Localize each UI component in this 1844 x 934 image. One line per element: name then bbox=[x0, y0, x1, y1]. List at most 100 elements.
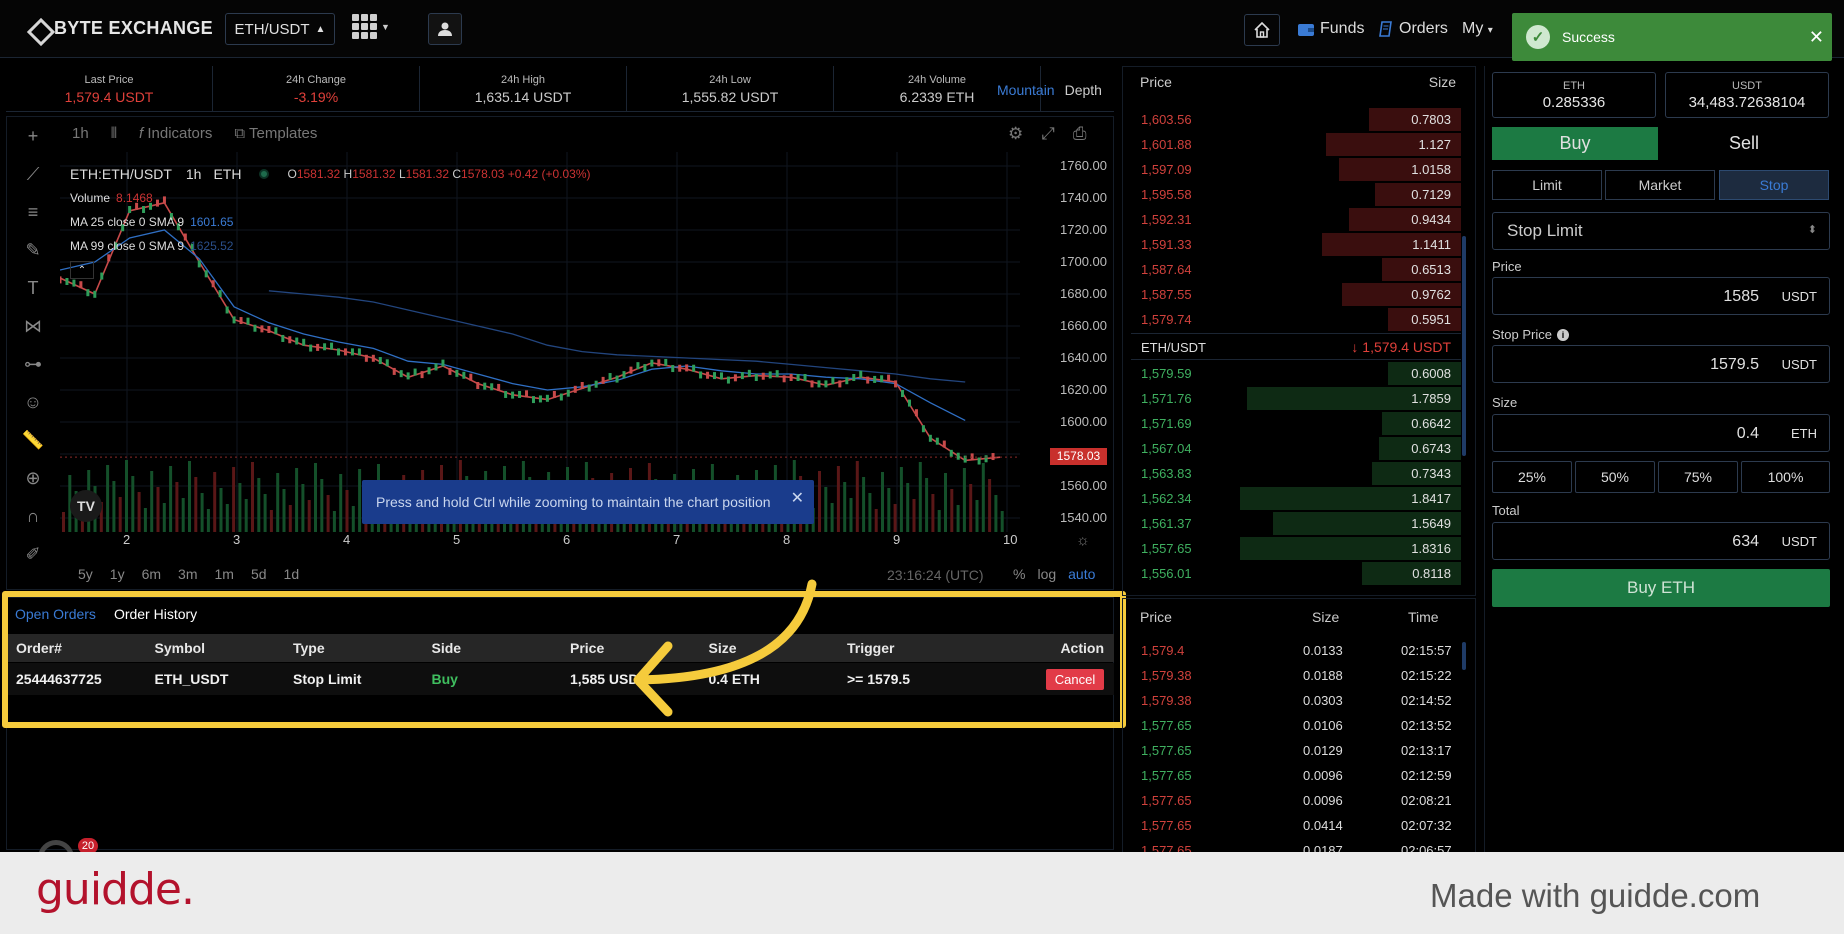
lock-pencil-icon[interactable]: ✐ bbox=[25, 544, 40, 565]
ask-row[interactable]: 1,587.55 0.9762 bbox=[1131, 282, 1461, 307]
tab-depth[interactable]: Depth bbox=[1065, 82, 1102, 98]
candle bbox=[956, 452, 960, 460]
tradingview-logo[interactable]: TV bbox=[70, 490, 102, 522]
pct-75-button[interactable]: 75% bbox=[1658, 461, 1738, 493]
ruler-icon[interactable]: 📏 bbox=[22, 430, 44, 451]
bid-row[interactable]: 1,556.01 0.8118 bbox=[1131, 561, 1461, 586]
time-axis[interactable]: 2 3 4 5 6 7 8 9 10 bbox=[60, 530, 1040, 550]
order-type-market[interactable]: Market bbox=[1605, 170, 1715, 200]
zoom-in-icon[interactable]: ⊕ bbox=[25, 468, 40, 489]
collapse-legend-icon[interactable]: ⌃ bbox=[70, 261, 94, 279]
home-icon bbox=[1254, 21, 1270, 38]
buy-eth-button[interactable]: Buy ETH bbox=[1492, 569, 1830, 607]
nav-funds[interactable]: Funds bbox=[1298, 20, 1364, 38]
volume-bar bbox=[320, 479, 324, 532]
order-type-stop[interactable]: Stop bbox=[1719, 170, 1829, 200]
user-button[interactable] bbox=[428, 13, 462, 45]
bid-row[interactable]: 1,562.34 1.8417 bbox=[1131, 486, 1461, 511]
brand-logo[interactable]: BYTE EXCHANGE bbox=[28, 18, 213, 39]
range-option[interactable]: 5y bbox=[78, 566, 93, 582]
bid-row[interactable]: 1,563.83 0.7343 bbox=[1131, 461, 1461, 486]
nav-orders[interactable]: Orders bbox=[1379, 20, 1448, 38]
candle bbox=[323, 343, 327, 351]
order-type-limit[interactable]: Limit bbox=[1492, 170, 1602, 200]
scale-options: % log auto bbox=[1013, 566, 1095, 582]
utc-clock[interactable]: 23:16:24 (UTC) bbox=[887, 567, 983, 583]
range-option[interactable]: 6m bbox=[142, 566, 161, 582]
pct-50-button[interactable]: 50% bbox=[1575, 461, 1655, 493]
ask-row[interactable]: 1,597.09 1.0158 bbox=[1131, 157, 1461, 182]
magnet-icon[interactable]: ∩ bbox=[27, 506, 40, 527]
range-option[interactable]: 1y bbox=[110, 566, 125, 582]
templates-button[interactable]: ⧉ Templates bbox=[234, 125, 317, 142]
home-button[interactable] bbox=[1244, 14, 1280, 46]
pct-100-button[interactable]: 100% bbox=[1741, 461, 1830, 493]
range-option[interactable]: 3m bbox=[178, 566, 197, 582]
ask-row[interactable]: 1,587.64 0.6513 bbox=[1131, 257, 1461, 282]
candle bbox=[643, 364, 647, 372]
trades-scrollbar[interactable] bbox=[1462, 642, 1466, 670]
ask-row[interactable]: 1,591.33 1.1411 bbox=[1131, 232, 1461, 257]
pair-selector[interactable]: ETH/USDT ▲ bbox=[225, 13, 335, 45]
range-option[interactable]: 5d bbox=[251, 566, 267, 582]
log-scale-toggle[interactable]: log bbox=[1037, 566, 1056, 582]
candle bbox=[337, 348, 341, 356]
volume-bar bbox=[824, 487, 828, 532]
ask-row[interactable]: 1,579.74 0.5951 bbox=[1131, 307, 1461, 332]
candle bbox=[427, 367, 431, 375]
bid-row[interactable]: 1,571.76 1.7859 bbox=[1131, 386, 1461, 411]
candle bbox=[511, 391, 515, 399]
tab-buy[interactable]: Buy bbox=[1492, 127, 1658, 160]
gear-icon[interactable]: ⚙ bbox=[1008, 124, 1023, 144]
volume-bar bbox=[131, 476, 135, 532]
info-icon[interactable]: i bbox=[1556, 328, 1569, 341]
close-icon[interactable]: ✕ bbox=[1809, 27, 1824, 48]
total-label: Total bbox=[1492, 503, 1520, 518]
camera-icon[interactable]: ⎙ bbox=[1073, 124, 1087, 144]
stop-price-input[interactable]: 1579.5 USDT bbox=[1492, 345, 1830, 383]
order-book-scrollbar[interactable] bbox=[1462, 236, 1466, 456]
candle bbox=[469, 373, 473, 381]
tab-sell[interactable]: Sell bbox=[1658, 127, 1830, 160]
tab-mountain[interactable]: Mountain bbox=[997, 82, 1055, 98]
brush-icon[interactable]: ✎ bbox=[25, 240, 40, 261]
total-input[interactable]: 634 USDT bbox=[1492, 522, 1830, 560]
pct-25-button[interactable]: 25% bbox=[1492, 461, 1572, 493]
interval-button[interactable]: 1h bbox=[72, 125, 89, 142]
nav-my[interactable]: My ▾ bbox=[1462, 20, 1493, 38]
ask-row[interactable]: 1,603.56 0.7803 bbox=[1131, 107, 1461, 132]
pattern-tool-icon[interactable]: ⋈ bbox=[24, 316, 42, 337]
ask-row[interactable]: 1,595.58 0.7129 bbox=[1131, 182, 1461, 207]
bid-row[interactable]: 1,567.04 0.6743 bbox=[1131, 436, 1461, 461]
prediction-tool-icon[interactable]: ⊶ bbox=[24, 354, 42, 375]
trend-line-icon[interactable]: ⟋ bbox=[27, 164, 40, 185]
crosshair-icon[interactable]: + bbox=[28, 126, 39, 147]
balance-eth-label: ETH bbox=[1563, 80, 1585, 92]
auto-scale-toggle[interactable]: auto bbox=[1068, 566, 1095, 582]
bid-row[interactable]: 1,561.37 1.5649 bbox=[1131, 511, 1461, 536]
price-axis[interactable]: 1760.00 1740.00 1720.00 1700.00 1680.00 1660.… bbox=[1050, 152, 1110, 532]
price-input[interactable]: 1585 USDT bbox=[1492, 277, 1830, 315]
sun-settings-icon[interactable]: ☼ bbox=[1076, 532, 1090, 549]
stop-type-select[interactable]: Stop Limit ⬍ bbox=[1492, 212, 1830, 250]
close-icon[interactable]: ✕ bbox=[791, 488, 804, 508]
emoji-icon[interactable]: ☺ bbox=[24, 392, 42, 413]
guidde-logo: guidde. bbox=[36, 864, 195, 915]
candle-style-icon[interactable]: ⫴ bbox=[111, 125, 117, 142]
range-option[interactable]: 1m bbox=[215, 566, 234, 582]
bid-row[interactable]: 1,557.65 1.8316 bbox=[1131, 536, 1461, 561]
horizontal-lines-icon[interactable]: ≡ bbox=[28, 202, 39, 223]
range-option[interactable]: 1d bbox=[284, 566, 300, 582]
size-input[interactable]: 0.4 ETH bbox=[1492, 414, 1830, 452]
ask-row[interactable]: 1,601.88 1.127 bbox=[1131, 132, 1461, 157]
fullscreen-icon[interactable]: ⤢ bbox=[1041, 124, 1055, 144]
stat-value: 1,635.14 USDT bbox=[474, 89, 572, 105]
text-tool-icon[interactable]: T bbox=[28, 278, 39, 299]
book-header-size: Size bbox=[1428, 74, 1456, 90]
percent-scale-toggle[interactable]: % bbox=[1013, 566, 1025, 582]
bid-row[interactable]: 1,579.59 0.6008 bbox=[1131, 361, 1461, 386]
bid-row[interactable]: 1,571.69 0.6642 bbox=[1131, 411, 1461, 436]
apps-menu-button[interactable]: ▼ bbox=[352, 14, 390, 39]
ask-row[interactable]: 1,592.31 0.9434 bbox=[1131, 207, 1461, 232]
indicators-button[interactable]: f Indicators bbox=[139, 125, 212, 142]
